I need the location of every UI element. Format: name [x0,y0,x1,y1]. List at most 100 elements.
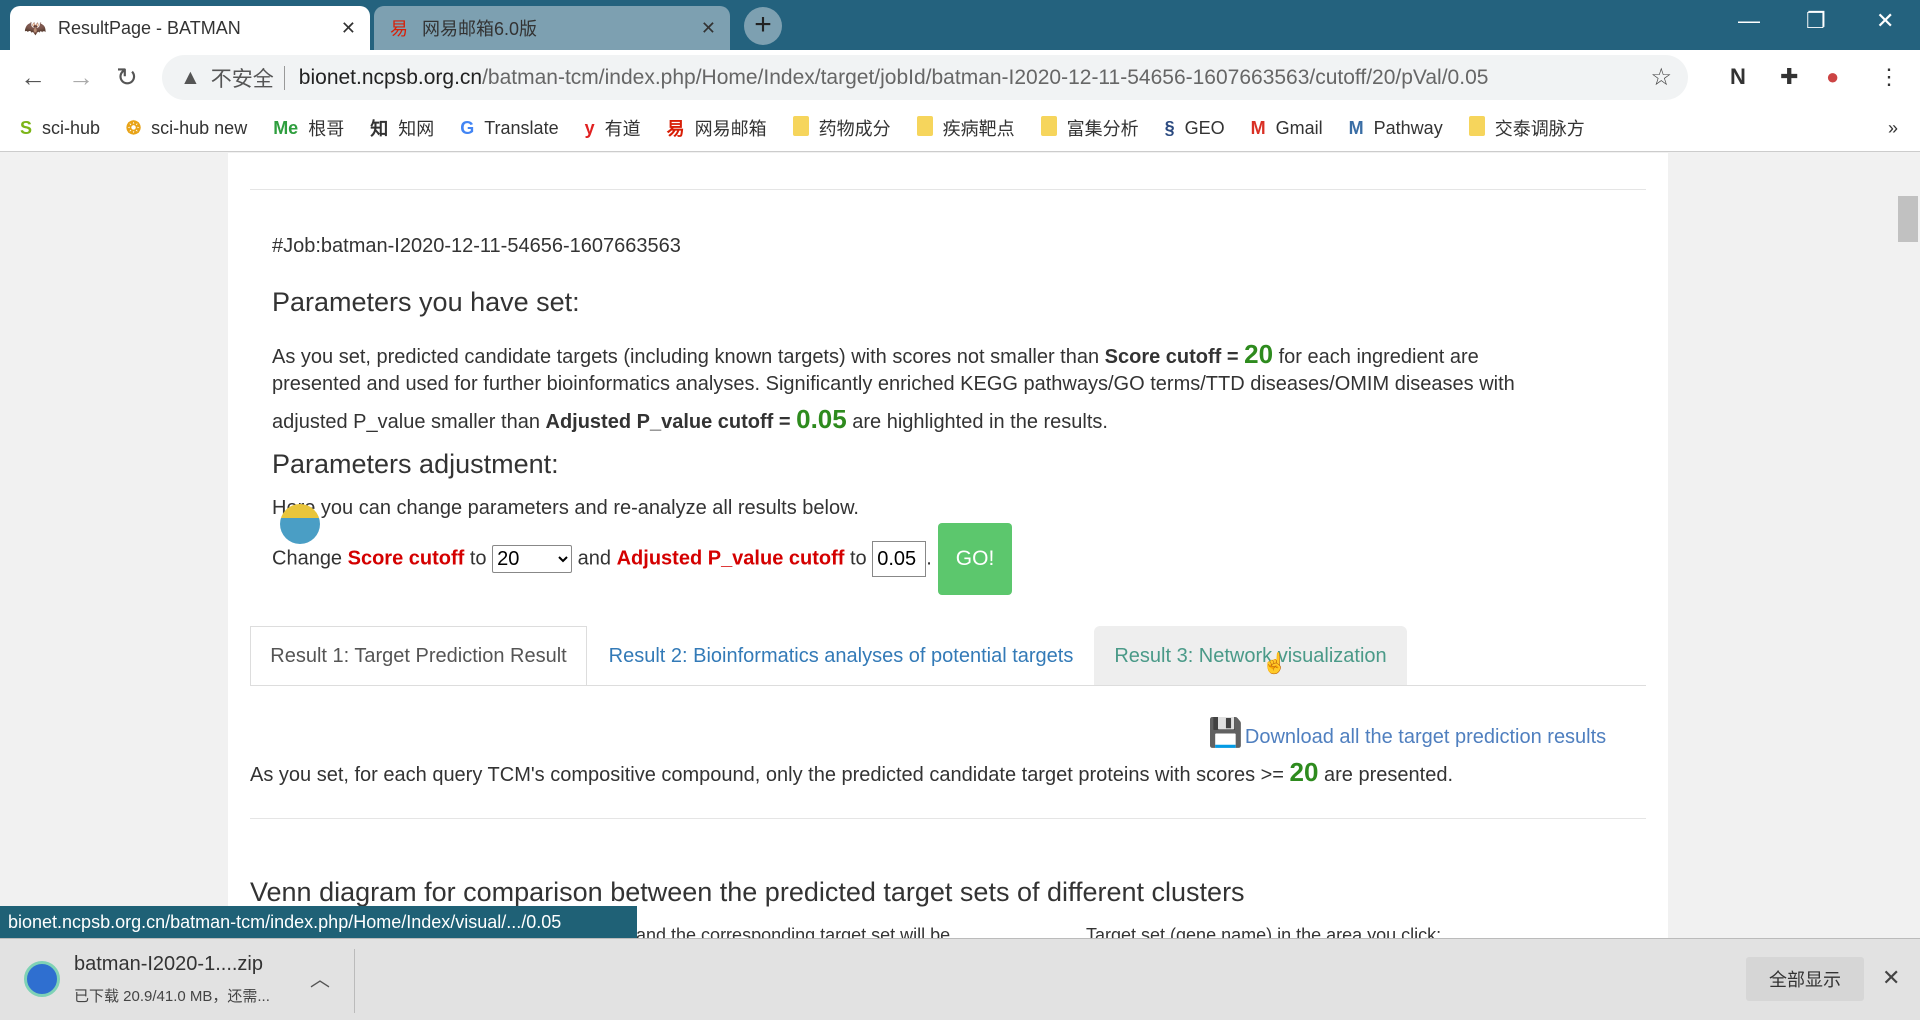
chevron-up-icon[interactable]: ︿ [310,963,330,992]
bookmark-item[interactable]: ❂ sci-hub new [126,118,247,139]
text: As you set, for each query TCM's composi… [250,764,1290,786]
text: Change [272,547,348,570]
tab-bar: 🦇 ResultPage - BATMAN ✕ 易 网易邮箱6.0版 ✕ + —… [0,0,1920,50]
text: for each ingredient are [1273,346,1479,368]
close-window-icon[interactable]: ✕ [1876,8,1894,34]
hand-cursor-icon: ☝ [1262,653,1287,675]
bookmark-favicon-icon: M [1250,117,1266,138]
new-tab-button[interactable]: + [744,7,782,45]
score-value: 20 [1244,339,1274,369]
bookmark-favicon-icon: Me [273,117,299,138]
bookmark-label: Translate [484,117,559,138]
bookmarks-bar: Ssci-hub ❂ sci-hub new Me 根哥 知知网 G Translate y 有道… [0,105,1920,152]
job-id: #Job:batman-I2020-12-11-54656-1607663563 [272,235,681,257]
params-text-line2: presented and used for further bioinform… [272,373,1515,395]
bookmark-item[interactable]: M Pathway [1349,118,1443,139]
presented-text: As you set, for each query TCM's composi… [250,757,1453,788]
bookmark-favicon-icon: 易 [666,119,685,139]
status-url: bionet.ncpsb.org.cn/batman-tcm/index.php… [0,906,637,938]
close-icon[interactable]: ✕ [1882,965,1900,991]
text: are presented. [1318,764,1453,786]
warning-icon: ▲ [180,65,201,89]
profile-avatar[interactable]: ● [1826,64,1839,90]
close-icon[interactable]: ✕ [341,18,356,39]
close-icon[interactable]: ✕ [701,18,716,39]
adjust-heading: Parameters adjustment: [272,449,559,479]
bookmark-label: 根哥 [308,119,345,139]
bookmark-label: 网易邮箱 [694,119,767,139]
floating-app-icon[interactable] [280,504,320,544]
bookmark-label: 有道 [604,119,641,139]
forward-icon[interactable]: → [68,62,94,93]
pval-cutoff-input[interactable] [872,541,927,577]
scrollbar-thumb[interactable] [1898,196,1918,242]
bookmark-item[interactable]: Ssci-hub [20,118,100,139]
page-viewport: #Job:batman-I2020-12-11-54656-1607663563… [0,153,1896,938]
tab-title: 网易邮箱6.0版 [422,19,538,39]
bookmark-item[interactable]: 药物成分 [792,115,891,141]
score-cutoff-label: Score cutoff [347,547,465,570]
params-heading: Parameters you have set: [272,287,580,317]
bookmark-item[interactable]: § GEO [1165,118,1225,139]
pval-value: 0.05 [796,404,847,434]
bookmark-item[interactable]: 疾病靶点 [916,115,1015,141]
bookmark-item[interactable]: M Gmail [1251,118,1323,139]
text: Score cutoff = [1104,346,1245,368]
minimize-icon[interactable]: — [1738,8,1760,34]
bookmark-label: 疾病靶点 [942,119,1015,139]
bookmark-label: Gmail [1275,117,1323,138]
link-text: Download all the target prediction resul… [1244,726,1607,748]
browser-tab-netease[interactable]: 易 网易邮箱6.0版 ✕ [374,6,730,50]
bookmark-favicon-icon: M [1348,117,1364,138]
bookmark-label: sci-hub [42,117,101,138]
text: are highlighted in the results. [846,411,1108,433]
download-progress: 已下载 20.9/41.0 MB，还需... [74,988,270,1005]
zip-file-icon [24,961,60,997]
bookmark-label: 药物成分 [818,119,891,139]
back-icon[interactable]: ← [20,62,46,93]
download-filename[interactable]: batman-I2020-1....zip [74,953,263,976]
browser-tab-resultpage[interactable]: 🦇 ResultPage - BATMAN ✕ [10,6,370,50]
params-text-line1: As you set, predicted candidate targets … [272,339,1479,370]
bookmark-item[interactable]: 知知网 [370,115,434,141]
netease-icon: 易 [390,19,408,39]
bookmark-item[interactable]: y 有道 [585,115,641,141]
show-all-button[interactable]: 全部显示 [1746,957,1864,1001]
menu-icon[interactable]: ⋮ [1878,64,1900,90]
score-cutoff-select[interactable]: 20 [492,545,573,573]
bookmark-item[interactable]: 富集分析 [1040,115,1139,141]
puzzle-icon[interactable]: ✚ [1780,64,1798,90]
target-set-label: Target set (gene name) in the area you c… [1086,925,1442,938]
text: and [577,547,617,570]
bookmark-item[interactable]: G Translate [460,118,558,139]
bookmark-item[interactable]: 易网易邮箱 [667,115,767,141]
tab-result-3[interactable]: Result 3: Network visualization [1094,626,1407,686]
bookmark-label: Pathway [1373,117,1443,138]
tab-result-2[interactable]: Result 2: Bioinformatics analyses of pot… [588,626,1094,686]
restore-icon[interactable]: ❐ [1806,8,1826,34]
bookmark-label: GEO [1184,117,1225,138]
extension-n-icon[interactable]: N [1730,64,1746,90]
reload-icon[interactable]: ↻ [116,62,138,93]
download-bar: batman-I2020-1....zip 已下载 20.9/41.0 MB，还… [0,938,1920,1020]
download-results-link[interactable]: 💾 Download all the target prediction resu… [1208,716,1606,749]
bookmark-item[interactable]: Me 根哥 [273,115,344,141]
scrollbar[interactable] [1896,153,1920,938]
adjust-form: Change Score cutoff to 20 and Adjusted P… [272,523,1013,595]
bookmark-item[interactable]: 交泰调脉方 [1468,115,1585,141]
text: adjusted P_value smaller than [272,411,546,433]
star-icon[interactable]: ☆ [1650,63,1672,92]
folder-icon [916,115,933,141]
more-bookmarks-icon[interactable]: » [1888,118,1898,139]
pval-cutoff-label: Adjusted P_value cutoff [616,547,845,570]
bookmark-label: sci-hub new [151,117,248,138]
content-panel: #Job:batman-I2020-12-11-54656-1607663563… [228,153,1668,938]
tab-result-1[interactable]: Result 1: Target Prediction Result [250,626,587,686]
security-label: 不安全 [210,67,274,91]
go-button[interactable]: GO! [937,523,1013,595]
text: to [844,547,873,570]
text: As you set, predicted candidate targets … [272,346,1105,368]
adjust-text: Here you can change parameters and re-an… [272,497,859,519]
url-path: /batman-tcm/index.php/Home/Index/target/… [482,65,1489,89]
url-input[interactable]: ▲ 不安全 bionet.ncpsb.org.cn/batman-tcm/ind… [162,55,1688,100]
